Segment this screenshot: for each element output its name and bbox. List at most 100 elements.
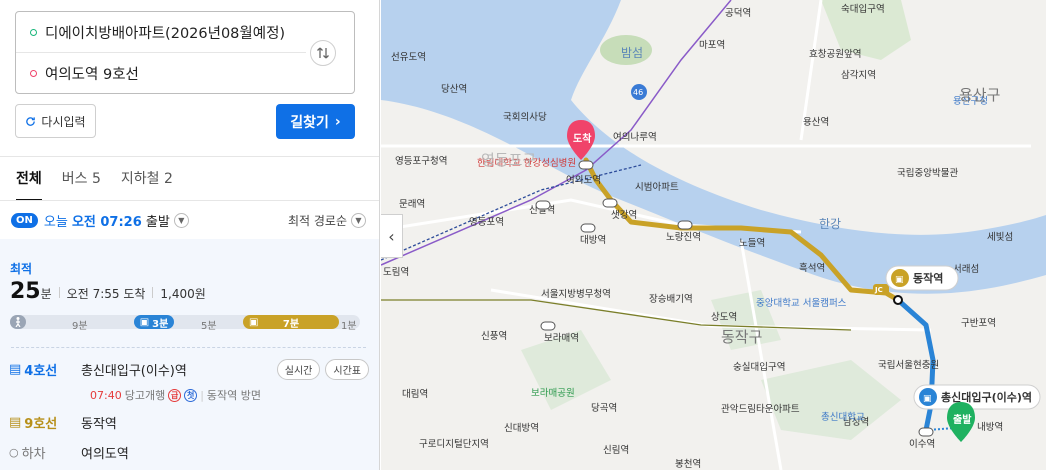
transfer-point [893, 295, 903, 305]
route-result-card[interactable]: 최적 25 분 오전 7:55 도착 1,400원 9분 ▣ 3분 5분 ▣ 7… [0, 239, 379, 470]
place-label: 시범아파트 [635, 182, 679, 193]
separator [58, 287, 60, 298]
arrive-label: 도착 [573, 132, 592, 145]
line9-name: 9호선 [24, 416, 58, 432]
line4-name: 4호선 [24, 363, 58, 379]
arrival-time: 오전 7:55 도착 [66, 287, 146, 301]
leg-line9[interactable]: ▤ 9호선 동작역 [9, 412, 369, 432]
station-label: 도림역 [383, 266, 409, 278]
tab-subway[interactable]: 지하철 2 [121, 168, 173, 198]
place-label: 밤섬 [621, 46, 643, 60]
realtime-time: 07:40 [90, 388, 122, 402]
leg-line4[interactable]: ▤ 4호선 총신대입구(이수)역 실시간 시간표 [9, 358, 369, 380]
district-label: 동작구 [721, 328, 762, 346]
getoff-label: ○ 하차 [9, 443, 81, 462]
tab-bus[interactable]: 버스 5 [62, 168, 101, 198]
station-label: 구로디지털단지역 [419, 438, 489, 450]
place-label: 관악드림타운아파트 [721, 403, 800, 415]
find-route-button[interactable]: 길찾기 › [276, 104, 355, 139]
origin-field[interactable]: 디에이치방배아파트(2026년08월예정) [16, 12, 306, 53]
swap-direction-button[interactable] [310, 40, 336, 66]
route-panel: 디에이치방배아파트(2026년08월예정) 여의도역 9호선 다시입력 길찾기 … [0, 0, 380, 470]
line9-label: ▤ 9호선 [9, 413, 81, 432]
isu-station-marker[interactable]: ▣ 총신대입구(이수)역 [913, 384, 1041, 410]
sort-select[interactable]: 최적 경로순 ▼ [288, 212, 366, 229]
station-label: 삼각지역 [841, 69, 876, 81]
station-label: 샛강역 [611, 210, 637, 221]
chevron-down-icon: ▼ [351, 212, 366, 228]
departure-time[interactable]: 오전 07:26 [72, 211, 142, 230]
train-icon: ▤ [9, 361, 22, 377]
subway-9-segment: ▣ 7분 [243, 315, 339, 330]
subway-4-segment: ▣ 3분 [134, 315, 174, 330]
fare: 1,400원 [160, 287, 206, 301]
divider [0, 156, 379, 157]
station-label: 내방역 [977, 422, 1003, 433]
station-label: 이수역 [909, 439, 935, 450]
realtime-button[interactable]: 실시간 [276, 358, 321, 380]
station-label: 구반포역 [961, 318, 996, 329]
realtime-info: 07:40 당고개행 급 첫 | 동작역 방면 [90, 387, 261, 403]
map-view[interactable]: 공덕역 효창공원앞역 숙대입구역 마포역 삼각지역 당산역 국회의사당 용산역 … [381, 0, 1046, 470]
collapse-panel-button[interactable]: ‹ [381, 214, 403, 258]
realtime-direction: 동작역 방면 [206, 389, 262, 402]
timetable-button[interactable]: 시간표 [325, 358, 369, 380]
station-label: 공덕역 [725, 8, 751, 19]
station-label: 장승배기역 [649, 294, 693, 305]
station-label: 여의도역 [566, 174, 601, 186]
route-input-box: 디에이치방배아파트(2026년08월예정) 여의도역 9호선 [15, 11, 355, 94]
leg-station: 총신대입구(이수)역 [81, 363, 187, 379]
reset-button[interactable]: 다시입력 [15, 104, 96, 138]
road-number: 46 [633, 88, 643, 97]
dongjak-station-marker[interactable]: ▣ 동작역 [885, 265, 959, 291]
find-route-label: 길찾기 [290, 114, 329, 131]
first-train-badge: 첫 [184, 388, 198, 402]
station-label: 숙대입구역 [841, 3, 885, 15]
departure-day: 오늘 [43, 214, 68, 230]
station-label: 신림역 [603, 444, 629, 456]
station-label: 문래역 [399, 199, 425, 210]
place-label: 중앙대학교 서울캠퍼스 [756, 297, 847, 309]
sort-label: 최적 경로순 [287, 213, 347, 228]
destination-field[interactable]: 여의도역 9호선 [16, 53, 306, 94]
isu-marker-label: 총신대입구(이수)역 [941, 390, 1032, 404]
station-label: 용산역 [803, 117, 829, 128]
on-toggle[interactable]: ON [11, 212, 38, 228]
tab-all[interactable]: 전체 [16, 168, 42, 201]
segment-subway4-time: 3분 [152, 318, 169, 330]
refresh-icon [26, 116, 36, 126]
segment-walk-time: 9분 [72, 321, 88, 332]
segment-subway9-time: 7분 [282, 318, 300, 330]
getoff-name: 하차 [21, 446, 46, 462]
station-label: 상도역 [711, 312, 737, 323]
realtime-dest: 당고개행 [124, 389, 166, 402]
line4-label: ▤ 4호선 [9, 360, 81, 379]
origin-dot-icon [30, 28, 37, 36]
best-tag: 최적 [10, 262, 33, 276]
destination-dot-icon [30, 70, 37, 77]
train-icon: ▣ [923, 394, 932, 404]
station-label: 흑석역 [799, 262, 825, 274]
station-label: 국회의사당 [503, 112, 547, 123]
river-label: 한강 [819, 217, 841, 231]
station-label: 서울지방병무청역 [541, 289, 611, 300]
station-label: 당산역 [441, 84, 467, 95]
station-label: 신풍역 [481, 331, 507, 342]
station-label: 보라매역 [544, 333, 579, 344]
station-label: 노들역 [739, 238, 765, 249]
leg-getoff[interactable]: ○ 하차 여의도역 [9, 442, 369, 462]
train-icon: ▣ [895, 275, 904, 285]
chevron-left-icon: ‹ [388, 226, 395, 246]
leg-station: 여의도역 [81, 446, 129, 462]
divider [0, 200, 379, 201]
leg-station: 동작역 [81, 416, 117, 432]
station-label: 선유도역 [391, 52, 426, 63]
swap-arrows-icon [317, 47, 329, 59]
district-label: 용산구 [959, 86, 1000, 104]
circle-icon: ○ [9, 445, 19, 459]
dongjak-marker-label: 동작역 [913, 271, 943, 285]
station-label: 효창공원앞역 [809, 48, 861, 60]
reset-label: 다시입력 [41, 114, 86, 129]
station-label: 마포역 [699, 40, 725, 51]
chevron-down-icon[interactable]: ▼ [173, 212, 189, 228]
